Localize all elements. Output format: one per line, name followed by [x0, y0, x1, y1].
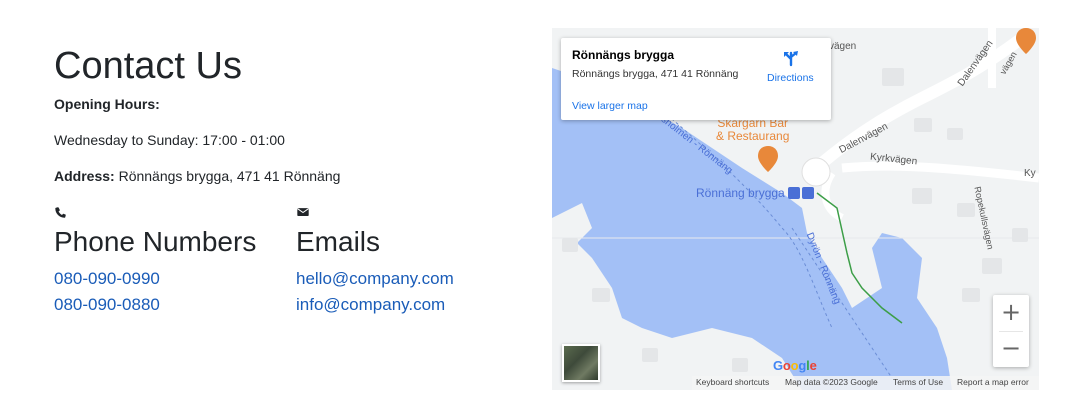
opening-hours-text: Wednesday to Sunday: 17:00 - 01:00 [54, 132, 285, 148]
google-logo: Google [773, 358, 817, 373]
map-footer: Keyboard shortcuts Map data ©2023 Google… [692, 376, 1039, 390]
email-link[interactable]: info@company.com [296, 292, 454, 318]
phone-numbers-column: Phone Numbers 080-090-0990 080-090-0880 [54, 205, 256, 318]
opening-hours-heading: Opening Hours: [54, 96, 160, 112]
directions-icon[interactable] [782, 50, 800, 68]
phone-link[interactable]: 080-090-0880 [54, 292, 256, 318]
place-name: Rönnängs brygga [572, 48, 675, 62]
satellite-toggle-button[interactable] [562, 344, 600, 382]
place-info-card: Rönnängs brygga Rönnängs brygga, 471 41 … [561, 38, 831, 120]
email-link[interactable]: hello@company.com [296, 266, 454, 292]
place-address: Rönnängs brygga, 471 41 Rönnäng [572, 68, 739, 80]
emails-heading: Emails [296, 226, 381, 257]
page-title: Contact Us [54, 45, 242, 87]
address-value: Rönnängs brygga, 471 41 Rönnäng [118, 168, 341, 184]
directions-link[interactable]: Directions [767, 72, 814, 84]
phone-numbers-heading: Phone Numbers [54, 226, 257, 257]
embedded-map[interactable]: Skärgårn Bar & Restaurang Rönnäng brygga… [552, 28, 1039, 390]
view-larger-map-link[interactable]: View larger map [572, 100, 648, 112]
zoom-in-button[interactable]: + [993, 295, 1029, 331]
emails-column: Emails hello@company.com info@company.co… [296, 205, 454, 318]
ferry-stop-icon [788, 187, 800, 199]
zoom-out-button[interactable]: − [993, 331, 1029, 367]
terms-of-use-link[interactable]: Terms of Use [893, 377, 943, 387]
street-label: Ky [1024, 168, 1036, 179]
zoom-controls: + − [993, 295, 1029, 367]
address-line: Address: Rönnängs brygga, 471 41 Rönnäng [54, 168, 340, 184]
envelope-icon [297, 208, 309, 216]
report-map-error-link[interactable]: Report a map error [957, 377, 1029, 387]
map-data-text: Map data ©2023 Google [785, 377, 878, 387]
keyboard-shortcuts-link[interactable]: Keyboard shortcuts [696, 377, 769, 387]
address-label: Address: [54, 168, 115, 184]
phone-icon [55, 207, 66, 218]
street-label: vägen [829, 41, 857, 52]
ferry-stop-label[interactable]: Rönnäng brygga [696, 186, 785, 200]
restaurant-label[interactable]: Skärgårn Bar & Restaurang [716, 117, 789, 143]
phone-link[interactable]: 080-090-0990 [54, 266, 256, 292]
